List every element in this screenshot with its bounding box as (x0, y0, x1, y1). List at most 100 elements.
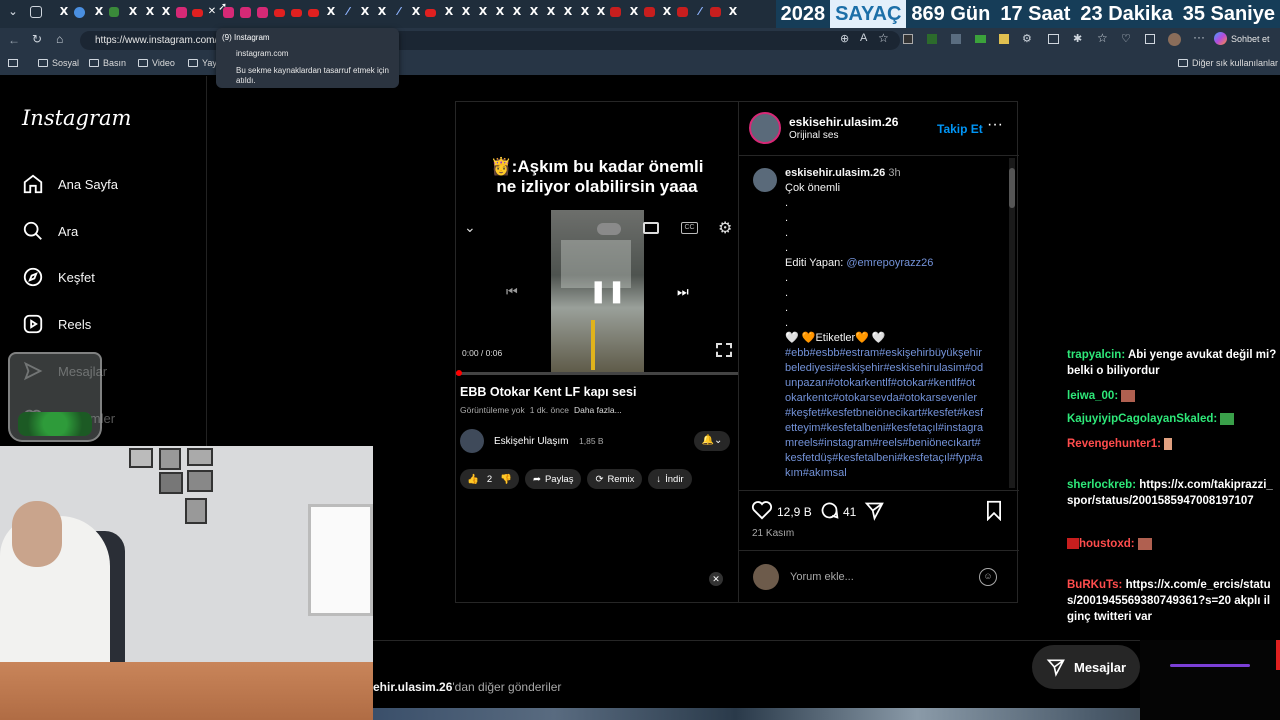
more-options-icon[interactable]: ··· (987, 116, 1003, 134)
collections-icon[interactable] (1145, 34, 1155, 44)
tab-favicon-x[interactable]: X (324, 5, 338, 19)
caption-scrollbar[interactable] (1009, 158, 1015, 488)
extension-icon[interactable] (903, 34, 913, 44)
hashtag-line[interactable]: unpazarı#otokarkentlf#otokar#kentlf#ot (785, 376, 1005, 391)
nav-explore[interactable]: Keşfet (22, 266, 95, 288)
tab-favicon-x[interactable]: X (126, 5, 140, 19)
extension-icon[interactable] (975, 35, 986, 43)
more-posts-user[interactable]: ehir.ulasim.26 (373, 680, 452, 694)
sidebar-toggle-icon[interactable] (8, 59, 18, 67)
favorites-icon[interactable]: ☆ (1097, 31, 1108, 45)
pause-icon[interactable]: ❚❚ (589, 278, 626, 304)
tab-favicon-instagram[interactable] (257, 7, 268, 18)
bookmark-icon[interactable] (985, 500, 1003, 521)
author-avatar[interactable] (749, 112, 781, 144)
hashtag-line[interactable]: belediyesi#eskişehir#eskisehirulasim#od (785, 361, 1005, 376)
tab-favicon-x[interactable]: X (442, 5, 456, 19)
tab-favicon-news[interactable] (610, 7, 621, 17)
next-icon[interactable]: ⏭ (677, 284, 689, 300)
channel-avatar[interactable] (460, 429, 484, 453)
hashtag-line[interactable]: kım#akımsal (785, 466, 1005, 481)
read-aloud-icon[interactable]: A (860, 32, 867, 44)
tab-favicon-pen[interactable]: ⁄ (693, 5, 707, 19)
tab-favicon-youtube[interactable] (192, 9, 203, 17)
tab-favicon-x[interactable]: X (527, 5, 541, 19)
tab-favicon-x[interactable]: X (660, 5, 674, 19)
tab-favicon-instagram[interactable] (176, 7, 187, 18)
subscribe-bell-button[interactable]: 🔔⌄ (694, 431, 730, 451)
tab-favicon-x[interactable]: X (358, 5, 372, 19)
favorite-star-icon[interactable]: ☆ (878, 31, 889, 45)
tab-favicon-x[interactable]: X (143, 5, 157, 19)
hashtag-line[interactable]: okarkentc#otokarsevda#otokarsevenler (785, 391, 1005, 406)
tab-favicon-app[interactable] (109, 7, 119, 17)
bookmark-folder[interactable]: Yay (188, 58, 217, 68)
comment-count[interactable]: 41 (843, 505, 856, 519)
cast-icon[interactable] (643, 222, 659, 234)
pause-toggle-icon[interactable] (597, 223, 621, 235)
split-screen-icon[interactable] (1048, 34, 1059, 44)
url-field[interactable]: https://www.instagram.com/p (80, 31, 900, 50)
tab-favicon-x[interactable]: X (594, 5, 608, 19)
instagram-logo[interactable]: Instagram (22, 106, 131, 130)
settings-cog-icon[interactable]: ⚙ (1022, 32, 1032, 45)
tab-favicon-news[interactable] (644, 7, 655, 17)
share-button[interactable]: ➦ Paylaş (524, 469, 582, 489)
caption-avatar[interactable] (753, 168, 777, 192)
tab-favicon-youtube[interactable] (291, 9, 302, 17)
copilot-button[interactable]: Sohbet et (1214, 32, 1270, 45)
follow-button[interactable]: Takip Et (937, 122, 983, 136)
nav-reels[interactable]: Reels (22, 313, 91, 335)
tab-favicon-youtube[interactable] (425, 9, 436, 17)
home-icon[interactable]: ⌂ (56, 32, 63, 46)
tab-list-icon[interactable]: ⌄ (6, 5, 20, 19)
emoji-icon[interactable]: ☺ (979, 568, 997, 586)
reload-icon[interactable]: ↻ (32, 32, 42, 46)
like-button[interactable]: 👍 2 👎 (460, 469, 519, 489)
bookmark-folder[interactable]: Video (138, 58, 175, 68)
like-count[interactable]: 12,9 B (777, 505, 812, 519)
tab-favicon-x[interactable]: X (57, 5, 71, 19)
tab-favicon-pen[interactable]: ⁄ (392, 5, 406, 19)
thumbs-down-icon[interactable]: 👎 (500, 474, 512, 485)
progress-thumb[interactable] (456, 370, 462, 376)
previous-icon[interactable]: ⏮ (506, 284, 518, 300)
nav-search[interactable]: Ara (22, 220, 78, 242)
tab-favicon-x[interactable]: X (561, 5, 575, 19)
performance-icon[interactable]: ♡ (1121, 32, 1131, 45)
audio-label[interactable]: Orijinal ses (789, 130, 838, 141)
share-icon[interactable] (864, 500, 885, 521)
messages-button[interactable]: Mesajlar (1032, 645, 1140, 689)
tab-favicon-instagram[interactable] (240, 7, 251, 18)
more-menu-icon[interactable]: ··· (1193, 30, 1205, 44)
like-icon[interactable] (751, 500, 773, 520)
zoom-icon[interactable]: ⊕ (840, 32, 849, 45)
back-icon[interactable]: ← (8, 33, 20, 47)
hashtag-line[interactable]: etteyim#kesfetalbeni#kesfetaçıl#instagra (785, 421, 1005, 436)
tab-favicon-x[interactable]: X (459, 5, 473, 19)
mute-icon[interactable]: ✕ (709, 572, 723, 586)
download-button[interactable]: ↓ İndir (648, 469, 692, 489)
tab-favicon-pen[interactable]: ⁄ (341, 5, 355, 19)
hashtag-line[interactable]: kesfetdüş#kesfetalbeni#kesfetaçıl#fyp#a (785, 451, 1005, 466)
tab-favicon-news[interactable] (677, 7, 688, 17)
editor-mention-link[interactable]: @emrepoyrazz26 (846, 257, 933, 269)
fullscreen-icon[interactable] (716, 343, 732, 357)
captions-icon[interactable]: CC (681, 222, 698, 234)
workspaces-icon[interactable] (30, 6, 42, 18)
tab-favicon-youtube[interactable] (274, 9, 285, 17)
tab-favicon-x[interactable]: X (409, 5, 423, 19)
tab-favicon-x[interactable]: X (493, 5, 507, 19)
author-username[interactable]: eskisehir.ulasim.26 (789, 115, 898, 129)
other-bookmarks[interactable]: Diğer sık kullanılanlar (1178, 58, 1278, 68)
tab-favicon-x[interactable]: X (726, 5, 740, 19)
scroll-thumb[interactable] (1009, 168, 1015, 208)
extension-icon[interactable] (999, 34, 1009, 44)
extension-icon[interactable] (951, 34, 961, 44)
tab-favicon-x[interactable]: X (92, 5, 106, 19)
bookmark-folder[interactable]: Basın (89, 58, 126, 68)
tab-favicon-x[interactable]: X (510, 5, 524, 19)
tab-favicon-x[interactable]: X (544, 5, 558, 19)
remix-button[interactable]: ⟳ Remix (587, 469, 643, 489)
bookmark-folder[interactable]: Sosyal (38, 58, 79, 68)
